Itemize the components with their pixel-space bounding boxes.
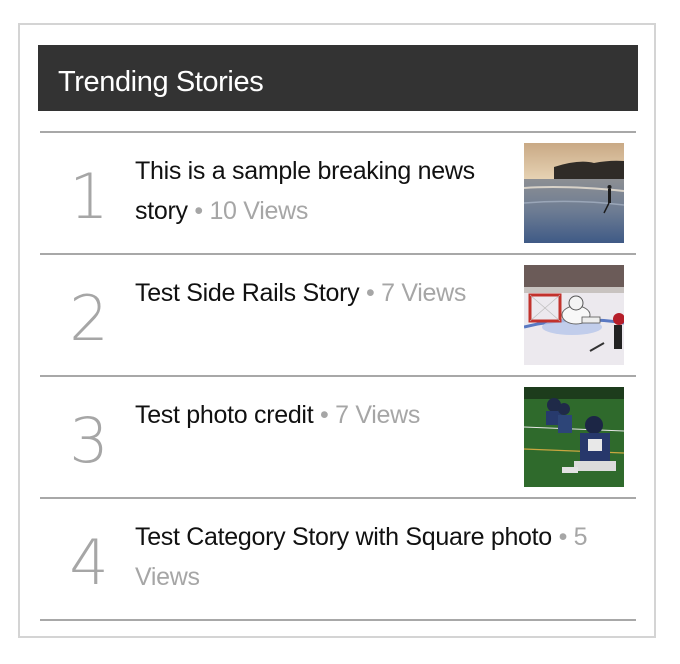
story-text: Test Side Rails Story • 7 Views xyxy=(135,273,511,313)
separator-dot: • xyxy=(320,401,329,429)
story-title-link[interactable]: Test Side Rails Story xyxy=(135,279,360,307)
separator-dot: • xyxy=(194,197,203,225)
story-views: 7 Views xyxy=(335,401,421,429)
hockey-goalie-image xyxy=(524,265,624,365)
story-item-4[interactable]: 4 Test Category Story with Square photo … xyxy=(40,499,636,621)
trending-stories-widget: Trending Stories 1 This is a sample brea… xyxy=(18,23,656,638)
story-views: 7 Views xyxy=(381,279,467,307)
story-rank: 1 xyxy=(69,160,109,233)
story-rank: 3 xyxy=(69,404,109,477)
story-views: 10 Views xyxy=(209,197,309,225)
story-thumbnail[interactable] xyxy=(524,265,624,365)
separator-dot: • xyxy=(558,523,568,551)
story-rank: 4 xyxy=(69,526,109,599)
beach-shore-image xyxy=(524,143,624,243)
trending-list: 1 This is a sample breaking news story •… xyxy=(40,131,636,621)
story-text: Test Category Story with Square photo • … xyxy=(135,517,615,597)
story-text: Test photo credit • 7 Views xyxy=(135,395,511,435)
story-title-link[interactable]: Test photo credit xyxy=(135,401,314,429)
story-rank: 2 xyxy=(69,282,109,355)
widget-title: Trending Stories xyxy=(58,66,264,98)
story-item-2[interactable]: 2 Test Side Rails Story • 7 Views xyxy=(40,255,636,377)
widget-header: Trending Stories xyxy=(38,45,638,111)
separator-dot: • xyxy=(366,279,375,307)
story-text: This is a sample breaking news story • 1… xyxy=(135,151,511,231)
story-item-3[interactable]: 3 Test photo credit • 7 Views xyxy=(40,377,636,499)
story-thumbnail[interactable] xyxy=(524,143,624,243)
story-thumbnail[interactable] xyxy=(524,387,624,487)
story-item-1[interactable]: 1 This is a sample breaking news story •… xyxy=(40,133,636,255)
football-players-image xyxy=(524,387,624,487)
story-title-link[interactable]: Test Category Story with Square photo xyxy=(135,523,552,551)
